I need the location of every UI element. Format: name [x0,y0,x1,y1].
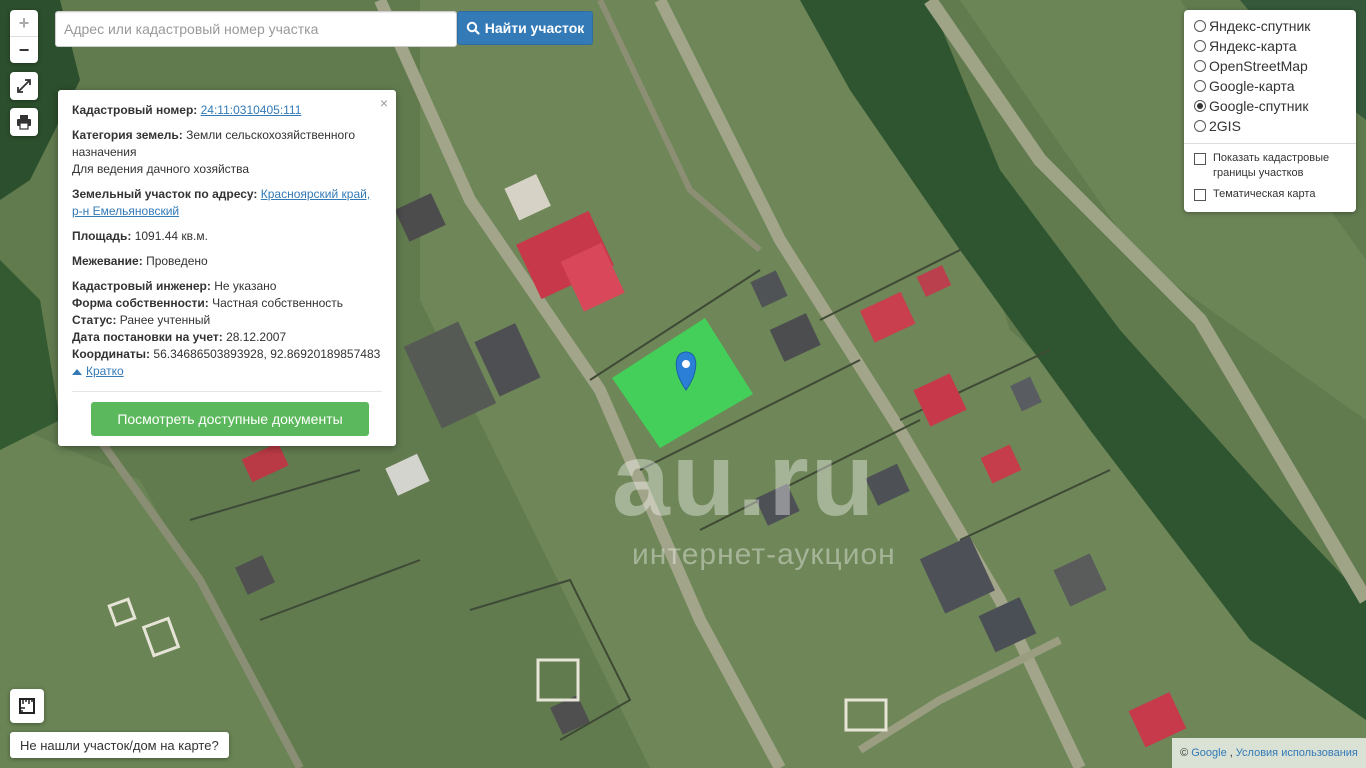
land-use-value: Для ведения дачного хозяйства [72,162,250,176]
show-boundaries-checkbox[interactable]: Показать кадастровые границы участков [1194,151,1346,181]
land-category-row: Категория земель: Земли сельскохозяйстве… [72,127,382,178]
radio-icon [1194,40,1206,52]
status-label: Статус: [72,313,117,327]
parcel-info-popup: × Кадастровый номер: 24:11:0310405:111 К… [58,90,396,446]
layer-switcher: Яндекс-спутник Яндекс-карта OpenStreetMap G… [1184,10,1356,212]
layer-option[interactable]: 2GIS [1194,116,1346,136]
layer-option-label: Яндекс-спутник [1209,18,1311,34]
ownership-label: Форма собственности: [72,296,209,310]
address-row: Земельный участок по адресу: Красноярски… [72,186,382,220]
ruler-icon [19,698,35,714]
survey-row: Межевание: Проведено [72,253,382,270]
layer-option-label: Google-спутник [1209,98,1309,114]
find-parcel-label: Найти участок [484,20,585,36]
divider [72,391,382,392]
layer-option-label: 2GIS [1209,118,1241,134]
ownership-value: Частная собственность [212,296,344,310]
layer-option[interactable]: OpenStreetMap [1194,56,1346,76]
terms-link[interactable]: Условия использования [1236,747,1358,759]
layer-option[interactable]: Google-карта [1194,76,1346,96]
google-link[interactable]: Google [1191,747,1226,759]
collapse-link-label: Кратко [86,364,124,378]
show-boundaries-label: Показать кадастровые границы участков [1213,152,1330,179]
fullscreen-button[interactable] [10,72,38,100]
cadastral-number-label: Кадастровый номер: [72,103,198,117]
layer-option-label: OpenStreetMap [1209,58,1308,74]
zoom-out-button[interactable]: − [10,37,38,63]
registration-date-value: 28.12.2007 [226,330,287,344]
area-value: 1091.44 кв.м. [134,229,208,243]
engineer-label: Кадастровый инженер: [72,279,211,293]
thematic-map-label: Тематическая карта [1213,188,1316,200]
printer-icon [17,115,31,130]
survey-label: Межевание: [72,254,143,268]
collapse-link[interactable]: Кратко [72,363,382,380]
area-label: Площадь: [72,229,132,243]
layer-option-label: Яндекс-карта [1209,38,1297,54]
search-input[interactable] [55,11,457,47]
coordinates-value: 56.34686503893928, 92.86920189857483 [153,347,381,361]
triangle-up-icon [72,368,82,375]
coordinates-label: Координаты: [72,347,151,361]
cadastral-number-row: Кадастровый номер: 24:11:0310405:111 [72,102,382,119]
expand-icon [17,79,31,93]
radio-icon [1194,60,1206,72]
copyright-sign: © [1180,747,1189,759]
details-block: Кадастровый инженер: Не указано Форма со… [72,278,382,380]
radio-icon [1194,20,1206,32]
address-label: Земельный участок по адресу: [72,187,258,201]
status-value: Ранее учтенный [119,313,211,327]
checkbox-icon [1194,189,1206,201]
survey-value: Проведено [146,254,208,268]
print-button[interactable] [10,108,38,136]
thematic-map-checkbox[interactable]: Тематическая карта [1194,187,1346,202]
engineer-value: Не указано [214,279,277,293]
cadastral-number-link[interactable]: 24:11:0310405:111 [201,103,302,117]
watermark-logo: au.ru [612,422,877,538]
layer-option[interactable]: Яндекс-спутник [1194,16,1346,36]
close-icon[interactable]: × [380,95,388,112]
radio-checked-icon [1194,100,1206,112]
area-row: Площадь: 1091.44 кв.м. [72,228,382,245]
ruler-button[interactable] [10,689,44,723]
search-icon [466,21,480,35]
divider [1184,143,1356,144]
not-found-button[interactable]: Не нашли участок/дом на карте? [10,732,229,758]
find-parcel-button[interactable]: Найти участок [457,11,593,45]
zoom-in-button[interactable]: + [10,10,38,37]
watermark-tagline: интернет-аукцион [632,538,896,571]
layer-options: Яндекс-спутник Яндекс-карта OpenStreetMap G… [1194,16,1346,136]
registration-date-label: Дата постановки на учет: [72,330,223,344]
radio-icon [1194,120,1206,132]
layer-option[interactable]: Яндекс-карта [1194,36,1346,56]
checkbox-icon [1194,153,1206,165]
map-attribution: © Google, Условия использования [1172,738,1366,768]
land-category-label: Категория земель: [72,128,183,142]
layer-option[interactable]: Google-спутник [1194,96,1346,116]
layer-option-label: Google-карта [1209,78,1295,94]
radio-icon [1194,80,1206,92]
zoom-control: + − [10,10,38,63]
view-documents-button[interactable]: Посмотреть доступные документы [91,402,369,436]
